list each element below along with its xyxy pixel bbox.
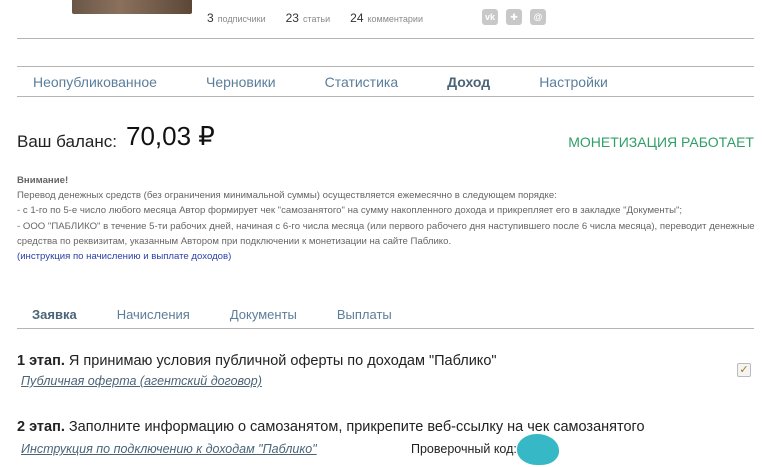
subtab-documents[interactable]: Документы <box>230 307 297 322</box>
avatar <box>72 0 192 14</box>
step-1-title: 1 этап. Я принимаю условия публичной офе… <box>17 353 497 369</box>
vk-icon[interactable]: vk <box>482 9 498 25</box>
stat-subscribers[interactable]: 3 подписчики <box>207 11 266 25</box>
stat-label: комментарии <box>367 14 423 24</box>
odnoklassniki-icon[interactable]: ✚ <box>506 9 522 25</box>
offer-accept-checkbox[interactable]: ✓ <box>737 363 751 377</box>
balance-value: 70,03 ₽ <box>126 121 215 151</box>
tab-drafts[interactable]: Черновики <box>206 74 276 90</box>
subtab-accruals[interactable]: Начисления <box>117 307 190 322</box>
stat-comments[interactable]: 24 комментарии <box>350 11 423 25</box>
public-offer-link[interactable]: Публичная оферта (агентский договор) <box>21 374 262 388</box>
tab-income[interactable]: Доход <box>447 74 490 90</box>
notice-line: - ООО "ПАБЛИКО" в течение 5-ти рабочих д… <box>17 220 755 247</box>
verification-code-label: Проверочный код: <box>411 442 517 456</box>
step-1-number: 1 этап. <box>17 353 65 369</box>
stat-number: 3 <box>207 11 214 25</box>
stat-label: статьи <box>302 14 331 24</box>
step-2-number: 2 этап. <box>17 419 65 435</box>
verification-code-redaction <box>517 434 559 465</box>
stat-label: подписчики <box>217 14 266 24</box>
mail-icon[interactable]: @ <box>530 9 546 25</box>
step-2-text: Заполните информацию о самозанятом, прик… <box>64 419 645 435</box>
payment-notice: Внимание! Перевод денежных средств (без … <box>17 173 757 264</box>
subtab-payouts[interactable]: Выплаты <box>337 307 392 322</box>
notice-line: - с 1-го по 5-е число любого месяца Авто… <box>17 205 683 217</box>
notice-line: Перевод денежных средств (без ограничени… <box>17 190 557 202</box>
income-connect-instructions-link[interactable]: Инструкция по подключению к доходам "Паб… <box>21 442 317 456</box>
stat-articles[interactable]: 23 статьи <box>286 11 331 25</box>
main-tabs: Неопубликованное Черновики Статистика До… <box>33 74 657 90</box>
tab-statistics[interactable]: Статистика <box>325 74 399 90</box>
notice-heading: Внимание! <box>17 175 69 186</box>
tab-settings[interactable]: Настройки <box>539 74 608 90</box>
income-subtabs: Заявка Начисления Документы Выплаты <box>32 307 432 322</box>
stat-number: 24 <box>350 11 364 25</box>
subtab-application[interactable]: Заявка <box>32 307 77 322</box>
stat-number: 23 <box>285 11 299 25</box>
divider <box>17 328 754 329</box>
profile-stats: 3 подписчики 23 статьи 24 комментарии <box>207 11 423 25</box>
monetization-status: МОНЕТИЗАЦИЯ РАБОТАЕТ <box>568 134 754 150</box>
divider <box>17 66 754 67</box>
social-links: vk ✚ @ <box>482 9 546 25</box>
divider <box>17 38 754 39</box>
tab-unpublished[interactable]: Неопубликованное <box>33 74 157 90</box>
divider <box>17 96 754 97</box>
payout-instructions-link[interactable]: (инструкция по начислению и выплате дохо… <box>17 251 231 262</box>
step-2-title: 2 этап. Заполните информацию о самозанят… <box>17 419 645 435</box>
step-1-text: Я принимаю условия публичной оферты по д… <box>64 353 497 369</box>
balance-label: Ваш баланс: <box>17 132 117 151</box>
